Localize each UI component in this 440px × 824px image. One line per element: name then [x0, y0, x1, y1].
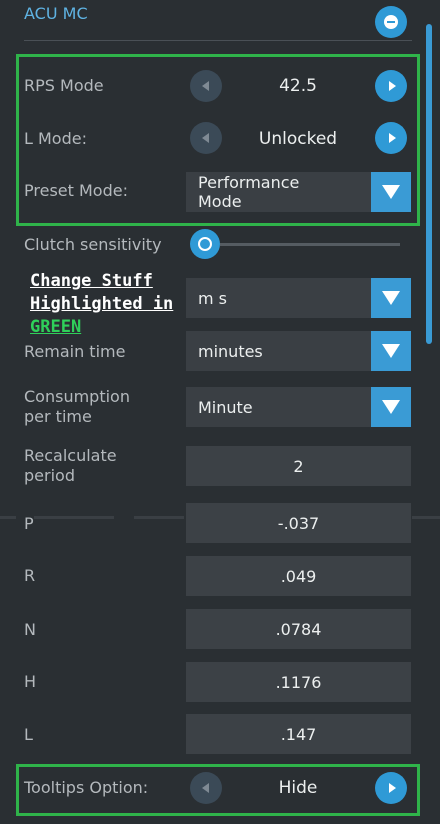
- dropdown-button[interactable]: [371, 331, 411, 371]
- tooltips-next-button[interactable]: [375, 772, 407, 804]
- param-label-n: N: [24, 620, 36, 639]
- arrow-left-icon: [201, 783, 209, 793]
- collapse-button[interactable]: [375, 6, 407, 38]
- consumption-dropdown[interactable]: Minute: [186, 387, 411, 427]
- preset-mode-dropdown[interactable]: Performance Mode: [186, 172, 411, 212]
- annotation-overlay: Change Stuff Highlighted in GREEN: [30, 270, 173, 339]
- dropdown-button[interactable]: [371, 278, 411, 318]
- l-mode-next-button[interactable]: [375, 122, 407, 154]
- unit-value: m s: [198, 288, 228, 308]
- panel-title: ACU MC: [24, 4, 88, 23]
- divider-dash: [134, 516, 184, 519]
- recalculate-label-line1: Recalculate: [24, 446, 117, 465]
- unit-dropdown[interactable]: m s: [186, 278, 411, 318]
- slider-thumb-icon: [198, 237, 212, 251]
- dropdown-button[interactable]: [371, 387, 411, 427]
- recalculate-label-line2: period: [24, 466, 75, 485]
- param-label-p: P: [24, 514, 34, 533]
- l-mode-prev-button[interactable]: [190, 122, 222, 154]
- rps-mode-prev-button[interactable]: [190, 70, 222, 102]
- remain-time-value: minutes: [198, 341, 263, 361]
- l-mode-value: Unlocked: [258, 129, 338, 149]
- arrow-right-icon: [388, 81, 396, 91]
- param-label-l: L: [24, 725, 33, 744]
- param-field-h[interactable]: .1176: [186, 662, 411, 702]
- clutch-sensitivity-label: Clutch sensitivity: [24, 235, 162, 254]
- clutch-sensitivity-slider[interactable]: [190, 229, 220, 259]
- dropdown-button[interactable]: [371, 172, 411, 212]
- consumption-label-line1: Consumption: [24, 387, 130, 406]
- rps-mode-label: RPS Mode: [24, 76, 104, 95]
- arrow-right-icon: [388, 783, 396, 793]
- minus-icon: [384, 15, 398, 29]
- chevron-down-icon: [382, 344, 400, 358]
- clutch-sensitivity-track[interactable]: [220, 243, 400, 246]
- chevron-down-icon: [382, 291, 400, 305]
- l-mode-label: L Mode:: [24, 129, 87, 148]
- consumption-label-line2: per time: [24, 407, 92, 426]
- param-field-p[interactable]: -.037: [186, 503, 411, 543]
- recalculate-label: Recalculate period: [24, 446, 117, 486]
- recalculate-field[interactable]: 2: [186, 446, 411, 486]
- rps-mode-next-button[interactable]: [375, 70, 407, 102]
- chevron-down-icon: [382, 400, 400, 414]
- rps-mode-value: 42.5: [279, 76, 317, 96]
- preset-mode-label: Preset Mode:: [24, 181, 128, 200]
- annotation-line2: Highlighted in: [30, 294, 174, 314]
- preset-mode-value-line2: Mode: [198, 192, 242, 211]
- remain-time-label: Remain time: [24, 342, 126, 361]
- consumption-value: Minute: [198, 397, 253, 417]
- param-label-r: R: [24, 566, 36, 585]
- divider-dash: [0, 516, 16, 519]
- tooltips-value: Hide: [278, 778, 318, 798]
- header-divider: [24, 40, 412, 41]
- annotation-line3: GREEN: [30, 317, 82, 337]
- remain-time-dropdown[interactable]: minutes: [186, 331, 411, 371]
- arrow-right-icon: [388, 133, 396, 143]
- param-field-r[interactable]: .049: [186, 556, 411, 596]
- consumption-label: Consumption per time: [24, 387, 130, 427]
- arrow-left-icon: [201, 81, 209, 91]
- tooltips-label: Tooltips Option:: [24, 778, 149, 797]
- divider-dash: [412, 516, 440, 519]
- chevron-down-icon: [382, 185, 400, 199]
- param-label-h: H: [24, 672, 37, 691]
- param-field-l[interactable]: .147: [186, 714, 411, 754]
- annotation-line1: Change Stuff: [30, 271, 153, 291]
- divider-dash: [34, 516, 114, 519]
- preset-mode-value: Performance Mode: [186, 173, 371, 211]
- tooltips-prev-button[interactable]: [190, 772, 222, 804]
- arrow-left-icon: [201, 133, 209, 143]
- scrollbar[interactable]: [426, 24, 432, 344]
- preset-mode-value-line1: Performance: [198, 173, 300, 192]
- param-field-n[interactable]: .0784: [186, 609, 411, 649]
